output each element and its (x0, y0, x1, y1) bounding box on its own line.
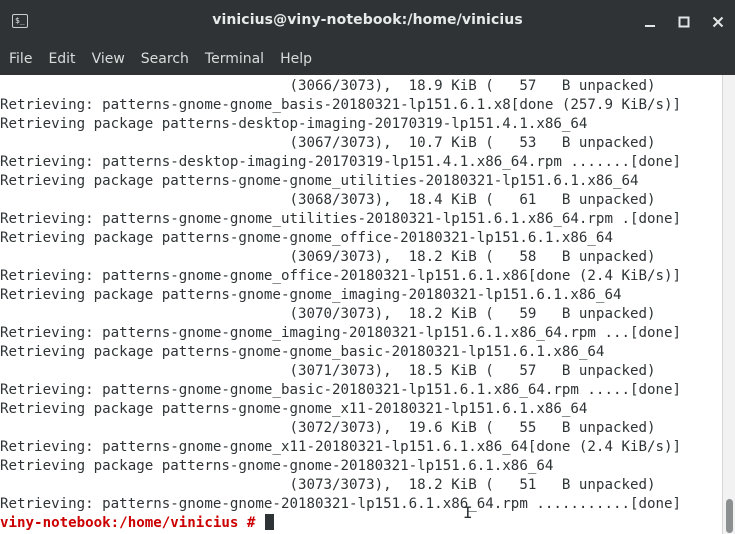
scrollbar-thumb[interactable] (726, 499, 733, 533)
terminal-line: Retrieving package patterns-gnome-gnome-… (0, 458, 554, 474)
menu-terminal[interactable]: Terminal (197, 44, 272, 75)
vertical-scrollbar[interactable] (722, 75, 735, 534)
terminal-line: Retrieving package patterns-gnome-gnome_… (0, 173, 639, 189)
close-icon (712, 16, 724, 28)
maximize-icon (678, 16, 690, 28)
minimize-button[interactable] (641, 13, 659, 31)
terminal-line: Retrieving package patterns-gnome-gnome_… (0, 344, 605, 360)
terminal-line: (3066/3073), 18.9 KiB ( 57 B unpacked) (0, 78, 656, 94)
window-title: vinicius@viny-notebook:/home/vinicius (212, 12, 523, 28)
minimize-icon (645, 25, 655, 27)
terminal-output[interactable]: (3066/3073), 18.9 KiB ( 57 B unpacked) R… (0, 75, 722, 534)
text-cursor (264, 514, 274, 530)
close-button[interactable] (709, 13, 727, 31)
prompt-line[interactable]: viny-notebook:/home/vinicius # (0, 514, 722, 533)
mouse-ibeam-icon: I (463, 503, 473, 522)
menu-help[interactable]: Help (272, 44, 320, 75)
terminal-line: Retrieving: patterns-gnome-gnome_utiliti… (0, 211, 682, 227)
terminal-window: $_ vinicius@viny-notebook:/home/vinicius… (0, 0, 735, 534)
terminal-line: (3072/3073), 19.6 KiB ( 55 B unpacked) (0, 420, 656, 436)
menu-search[interactable]: Search (133, 44, 197, 75)
terminal-line: (3073/3073), 18.2 KiB ( 51 B unpacked) (0, 477, 656, 493)
menu-edit[interactable]: Edit (40, 44, 83, 75)
terminal-line: Retrieving: patterns-gnome-gnome_basic-2… (0, 382, 682, 398)
terminal-line: (3069/3073), 18.2 KiB ( 58 B unpacked) (0, 249, 656, 265)
terminal-line: Retrieving package patterns-gnome-gnome_… (0, 230, 613, 246)
shell-prompt: viny-notebook:/home/vinicius # (0, 515, 256, 531)
maximize-button[interactable] (675, 13, 693, 31)
menu-file[interactable]: File (0, 44, 40, 75)
terminal-line: (3067/3073), 10.7 KiB ( 53 B unpacked) (0, 135, 656, 151)
menu-bar: File Edit View Search Terminal Help (0, 44, 735, 75)
terminal-line: Retrieving: patterns-gnome-gnome_basis-2… (0, 97, 682, 113)
terminal-line: Retrieving: patterns-gnome-gnome_office-… (0, 268, 682, 284)
menu-view[interactable]: View (84, 44, 133, 75)
command-input[interactable] (255, 515, 264, 531)
terminal-line: (3068/3073), 18.4 KiB ( 61 B unpacked) (0, 192, 656, 208)
terminal-line: Retrieving: patterns-gnome-gnome-2018032… (0, 496, 682, 512)
terminal-line: Retrieving: patterns-gnome-gnome_imaging… (0, 325, 682, 341)
terminal-line: Retrieving package patterns-desktop-imag… (0, 116, 588, 132)
terminal-line: Retrieving: patterns-desktop-imaging-201… (0, 154, 682, 170)
terminal-line: (3070/3073), 18.2 KiB ( 59 B unpacked) (0, 306, 656, 322)
title-bar[interactable]: $_ vinicius@viny-notebook:/home/vinicius (0, 0, 735, 44)
terminal-line: (3071/3073), 18.5 KiB ( 57 B unpacked) (0, 363, 656, 379)
terminal-line: Retrieving package patterns-gnome-gnome_… (0, 401, 588, 417)
terminal-line: Retrieving: patterns-gnome-gnome_x11-201… (0, 439, 682, 455)
terminal-line: Retrieving package patterns-gnome-gnome_… (0, 287, 622, 303)
